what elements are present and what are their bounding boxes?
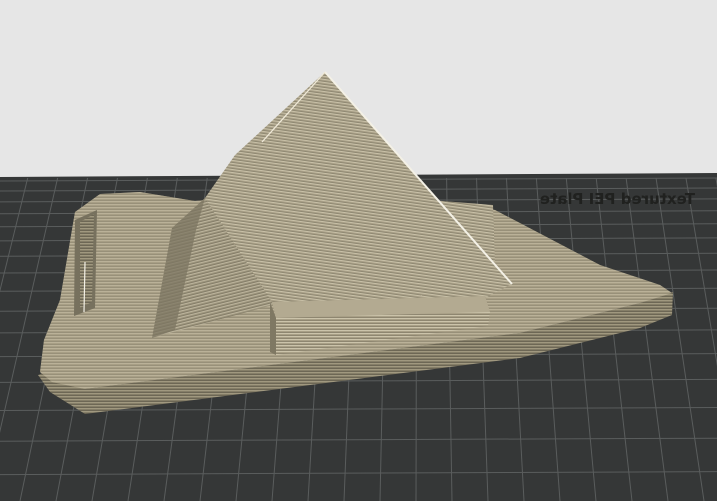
bed-label: Textured PEI Plate [540, 190, 695, 208]
left-slot-inner [80, 214, 94, 308]
scene-canvas[interactable]: Textured PEI Plate [0, 0, 717, 501]
3d-viewport[interactable]: Textured PEI Plate [0, 0, 717, 501]
